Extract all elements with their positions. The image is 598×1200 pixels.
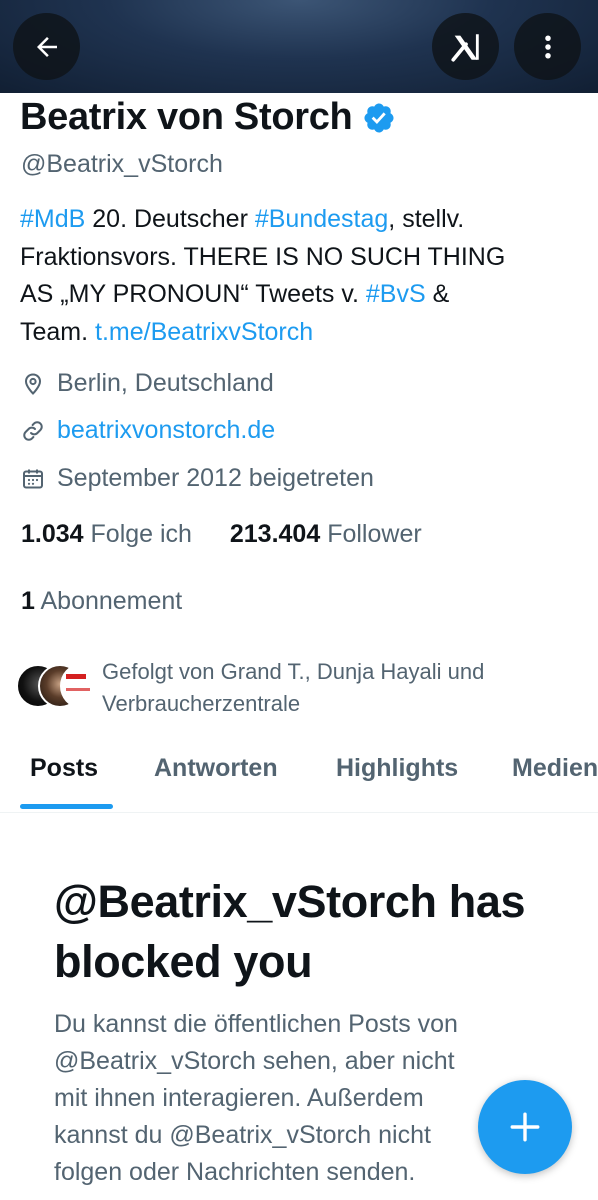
bio-line: AS „MY PRONOUN“ Tweets v. #BvS & (20, 276, 580, 314)
profile-website[interactable]: beatrixvonstorch.de (21, 416, 275, 445)
profile-name-row: Beatrix von Storch (20, 96, 396, 139)
active-tab-indicator (20, 804, 113, 809)
bio-line: #MdB 20. Deutscher #Bundestag, stellv. (20, 201, 580, 239)
following-stat[interactable]: 1.034 Folge ich (21, 520, 192, 548)
link-icon (23, 420, 43, 441)
bio-text: Team. (20, 317, 96, 346)
bio-line: Team. t.me/BeatrixvStorch (20, 314, 580, 352)
follower-avatars (16, 656, 100, 708)
following-label: Folge ich (90, 520, 192, 548)
bio-text: 20. Deutscher (85, 205, 255, 233)
grok-icon (450, 33, 479, 62)
joined-text: September 2012 beigetreten (57, 464, 374, 492)
profile-location: Berlin, Deutschland (21, 369, 274, 398)
location-text: Berlin, Deutschland (57, 369, 274, 397)
hashtag-link[interactable]: #MdB (20, 205, 85, 233)
arrow-left-icon (36, 36, 57, 57)
subscriptions-stat[interactable]: 1 Abonnement (21, 587, 182, 616)
location-pin-icon (24, 372, 42, 395)
back-button[interactable] (13, 13, 80, 80)
avatar (60, 664, 100, 708)
subscriptions-count: 1 (21, 587, 35, 615)
bio-text: & (425, 280, 450, 308)
hashtag-link[interactable]: #Bundestag (255, 205, 388, 233)
display-name: Beatrix von Storch (20, 96, 353, 138)
followers-stat[interactable]: 213.404 Follower (230, 520, 422, 548)
profile-joined-date: September 2012 beigetreten (21, 464, 374, 493)
follow-stats: 1.034 Folge ich 213.404 Follower (21, 520, 422, 549)
grok-button[interactable] (432, 13, 499, 80)
website-link[interactable]: beatrixvonstorch.de (57, 416, 275, 445)
followed-by-text: Gefolgt von Grand T., Dunja Hayali und V… (102, 659, 485, 716)
profile-handle: @Beatrix_vStorch (21, 150, 223, 178)
profile-tabs: Posts Antworten Highlights Medien (0, 740, 598, 813)
subscriptions-label: Abonnement (40, 587, 183, 615)
more-options-button[interactable] (514, 13, 581, 80)
calendar-icon (23, 469, 43, 488)
followed-by[interactable]: Gefolgt von Grand T., Dunja Hayali und V… (16, 656, 542, 720)
hashtag-link[interactable]: #BvS (366, 280, 426, 308)
following-count: 1.034 (21, 520, 84, 548)
blocked-message-line: @Beatrix_vStorch sehen, aber nicht (54, 1047, 455, 1075)
blocked-title: @Beatrix_vStorch has blocked you (54, 876, 526, 987)
profile-bio: #MdB 20. Deutscher #Bundestag, stellv. F… (20, 201, 580, 351)
verified-badge-icon[interactable] (362, 101, 396, 135)
telegram-link[interactable]: t.me/BeatrixvStorch (95, 318, 313, 346)
plus-icon (510, 1112, 540, 1142)
followers-label: Follower (327, 520, 422, 548)
tab-highlights[interactable]: Highlights (336, 754, 458, 783)
tab-replies[interactable]: Antworten (154, 754, 278, 783)
profile-banner (0, 0, 598, 93)
followers-count: 213.404 (229, 520, 321, 548)
bio-text: AS „MY PRONOUN“ Tweets v. (20, 280, 366, 308)
more-vertical-icon (544, 35, 551, 58)
tab-media[interactable]: Medien (512, 754, 598, 783)
tab-posts[interactable]: Posts (30, 754, 98, 783)
bio-text: , stellv. (388, 205, 465, 233)
compose-post-button[interactable] (478, 1080, 572, 1174)
bio-line: Fraktionsvors. THERE IS NO SUCH THING (20, 242, 506, 271)
blocked-message-line: Du kannst die öffentlichen Posts von (54, 1010, 458, 1038)
